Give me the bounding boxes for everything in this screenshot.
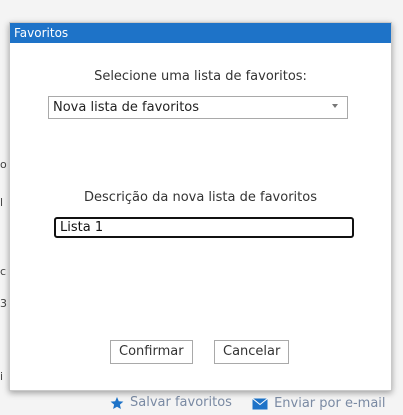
select-list-label: Selecione uma lista de favoritos:	[94, 69, 307, 84]
background-edge-text: o	[0, 158, 7, 171]
star-icon	[110, 396, 124, 409]
email-label: Enviar por e-mail	[274, 396, 386, 411]
list-description-input[interactable]	[54, 217, 354, 238]
favorites-dialog: Favoritos Selecione uma lista de favorit…	[9, 22, 392, 391]
chevron-down-icon	[332, 104, 338, 108]
mail-icon	[252, 397, 268, 409]
save-favorites-label: Salvar favoritos	[130, 395, 232, 410]
confirm-button[interactable]: Confirmar	[110, 340, 193, 364]
background-footer: Salvar favoritos Enviar por e-mail	[110, 395, 403, 415]
selected-list-value: Nova lista de favoritos	[53, 100, 200, 115]
background-edge-text: l	[0, 196, 4, 209]
save-favorites-link[interactable]: Salvar favoritos	[110, 395, 232, 410]
favorites-list-select[interactable]: Nova lista de favoritos	[48, 96, 348, 119]
description-label: Descrição da nova lista de favoritos	[84, 190, 317, 205]
background-edge-text: c	[0, 265, 7, 278]
cancel-button[interactable]: Cancelar	[214, 340, 290, 364]
background-edge-text: i	[0, 370, 4, 383]
background-edge-text: 3	[0, 297, 7, 310]
email-link[interactable]: Enviar por e-mail	[252, 396, 386, 411]
dialog-title: Favoritos	[10, 23, 391, 43]
